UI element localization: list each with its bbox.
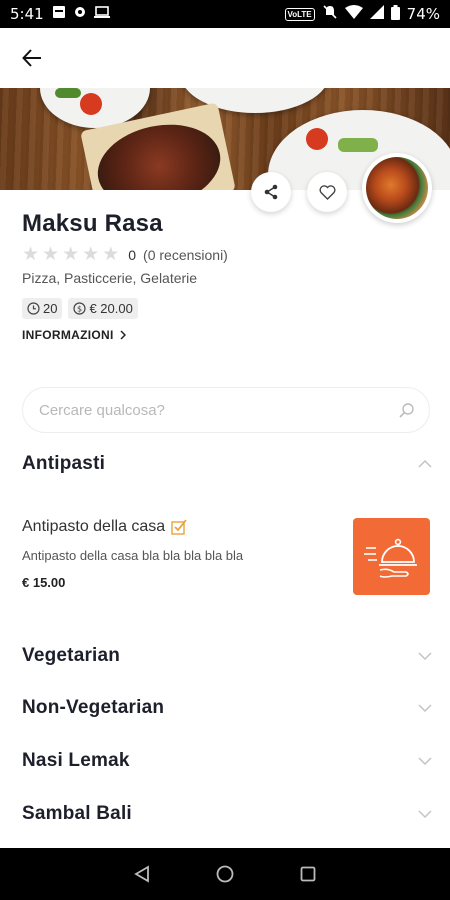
section-title: Nasi Lemak xyxy=(22,750,130,771)
favorite-button[interactable] xyxy=(307,172,347,212)
search-icon[interactable] xyxy=(398,402,415,419)
nav-recents-button[interactable] xyxy=(293,859,323,889)
square-recents-icon xyxy=(300,866,316,882)
checkbox-checked-icon xyxy=(171,519,187,535)
back-button[interactable] xyxy=(18,44,46,72)
star-icon: ★ xyxy=(82,244,100,265)
search-bar xyxy=(22,387,430,433)
nav-home-button[interactable] xyxy=(210,859,240,889)
settings-icon xyxy=(73,5,87,23)
delivery-time: 20 xyxy=(43,301,58,316)
review-count: (0 recensioni) xyxy=(143,246,228,263)
menu-item[interactable]: Antipasto della casa Antipasto della cas… xyxy=(22,518,432,598)
volte-badge: VoLTE xyxy=(284,7,315,21)
money-icon: $ xyxy=(73,302,87,315)
section-header-sambal-bali[interactable]: Sambal Bali xyxy=(22,803,432,825)
info-link[interactable]: INFORMAZIONI xyxy=(22,328,126,342)
chevron-down-icon xyxy=(418,757,432,765)
wifi-icon xyxy=(344,5,363,23)
clock-icon xyxy=(27,302,40,315)
search-input[interactable] xyxy=(39,401,398,419)
restaurant-categories: Pizza, Pasticcerie, Gelaterie xyxy=(22,270,198,286)
signal-icon xyxy=(369,5,384,23)
nav-back-button[interactable] xyxy=(127,859,157,889)
app-bar xyxy=(0,28,450,88)
section-header-vegetarian[interactable]: Vegetarian xyxy=(22,645,432,667)
rating-value: 0 xyxy=(128,246,137,263)
rating-row: ★ ★ ★ ★ ★ 0 (0 recensioni) xyxy=(22,245,228,264)
star-icon: ★ xyxy=(22,244,40,265)
chevron-down-icon xyxy=(418,810,432,818)
battery-percent: 74% xyxy=(406,5,440,23)
restaurant-name: Maksu Rasa xyxy=(22,210,163,237)
chevron-up-icon xyxy=(418,460,432,468)
section-title: Vegetarian xyxy=(22,645,121,666)
restaurant-avatar xyxy=(362,153,432,223)
food-delivery-icon xyxy=(363,538,417,578)
circle-home-icon xyxy=(216,865,234,883)
star-icon: ★ xyxy=(62,244,80,265)
section-title: Antipasti xyxy=(22,453,106,474)
menu-item-thumbnail xyxy=(353,518,430,595)
section-header-non-vegetarian[interactable]: Non-Vegetarian xyxy=(22,697,432,719)
star-icon: ★ xyxy=(42,244,60,265)
restaurant-chips: 20 $ € 20.00 xyxy=(22,298,138,319)
chevron-down-icon xyxy=(418,704,432,712)
status-time: 5:41 xyxy=(10,5,44,23)
heart-icon xyxy=(318,184,336,200)
system-nav-bar xyxy=(0,848,450,900)
section-title: Sambal Bali xyxy=(22,803,132,824)
delivery-time-chip: 20 xyxy=(22,298,63,319)
laptop-icon xyxy=(93,5,110,23)
status-bar: 5:41 VoLTE 74% xyxy=(0,0,450,28)
battery-icon xyxy=(390,4,400,24)
svg-text:$: $ xyxy=(77,305,82,314)
share-icon xyxy=(264,184,278,200)
arrow-left-icon xyxy=(22,49,41,67)
star-icon: ★ xyxy=(102,244,120,265)
triangle-back-icon xyxy=(133,865,149,883)
notification-icon xyxy=(52,5,66,23)
section-title: Non-Vegetarian xyxy=(22,697,165,718)
section-header-nasi-lemak[interactable]: Nasi Lemak xyxy=(22,750,432,772)
min-order-chip: $ € 20.00 xyxy=(68,298,138,319)
min-order: € 20.00 xyxy=(89,301,133,316)
chevron-down-icon xyxy=(418,652,432,660)
menu-item-name: Antipasto della casa xyxy=(22,518,166,535)
share-button[interactable] xyxy=(251,172,291,212)
section-header-antipasti[interactable]: Antipasti xyxy=(22,453,432,475)
info-label: INFORMAZIONI xyxy=(22,328,114,342)
chevron-right-icon xyxy=(120,330,126,340)
mute-icon xyxy=(322,4,338,24)
